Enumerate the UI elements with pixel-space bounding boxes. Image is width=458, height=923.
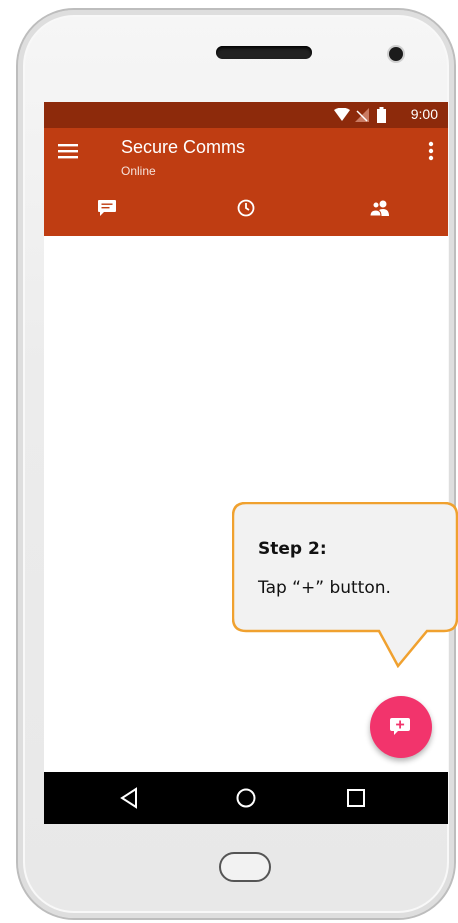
more-vert-icon[interactable]	[426, 139, 436, 163]
callout-text: Tap “+” button.	[258, 578, 391, 598]
home-circle-icon[interactable]	[231, 784, 261, 812]
battery-icon	[377, 107, 386, 123]
wifi-icon	[334, 108, 350, 121]
contacts-icon	[369, 200, 389, 217]
status-bar: 9:00	[44, 102, 448, 128]
new-message-fab[interactable]	[370, 696, 432, 758]
connection-status: Online	[121, 164, 156, 178]
tab-chats[interactable]	[77, 194, 137, 224]
phone-screen: 9:00 Secure Comms Online	[44, 102, 448, 824]
earpiece-speaker	[216, 46, 312, 59]
front-camera	[389, 47, 403, 61]
tab-recent[interactable]	[216, 194, 276, 224]
app-title: Secure Comms	[121, 137, 246, 157]
no-signal-icon	[355, 108, 369, 122]
clock-icon	[237, 199, 255, 217]
physical-home-button[interactable]	[219, 852, 271, 882]
phone-frame: 9:00 Secure Comms Online	[16, 8, 456, 920]
new-message-plus-icon	[390, 718, 410, 735]
status-time: 9:00	[410, 106, 438, 122]
tab-contacts[interactable]	[350, 194, 410, 224]
chat-icon	[98, 200, 116, 216]
hamburger-menu-icon[interactable]	[56, 140, 82, 162]
callout-title: Step 2:	[258, 539, 327, 559]
back-triangle-icon[interactable]	[114, 784, 144, 812]
recents-square-icon[interactable]	[341, 784, 371, 812]
system-nav-bar	[44, 772, 448, 824]
